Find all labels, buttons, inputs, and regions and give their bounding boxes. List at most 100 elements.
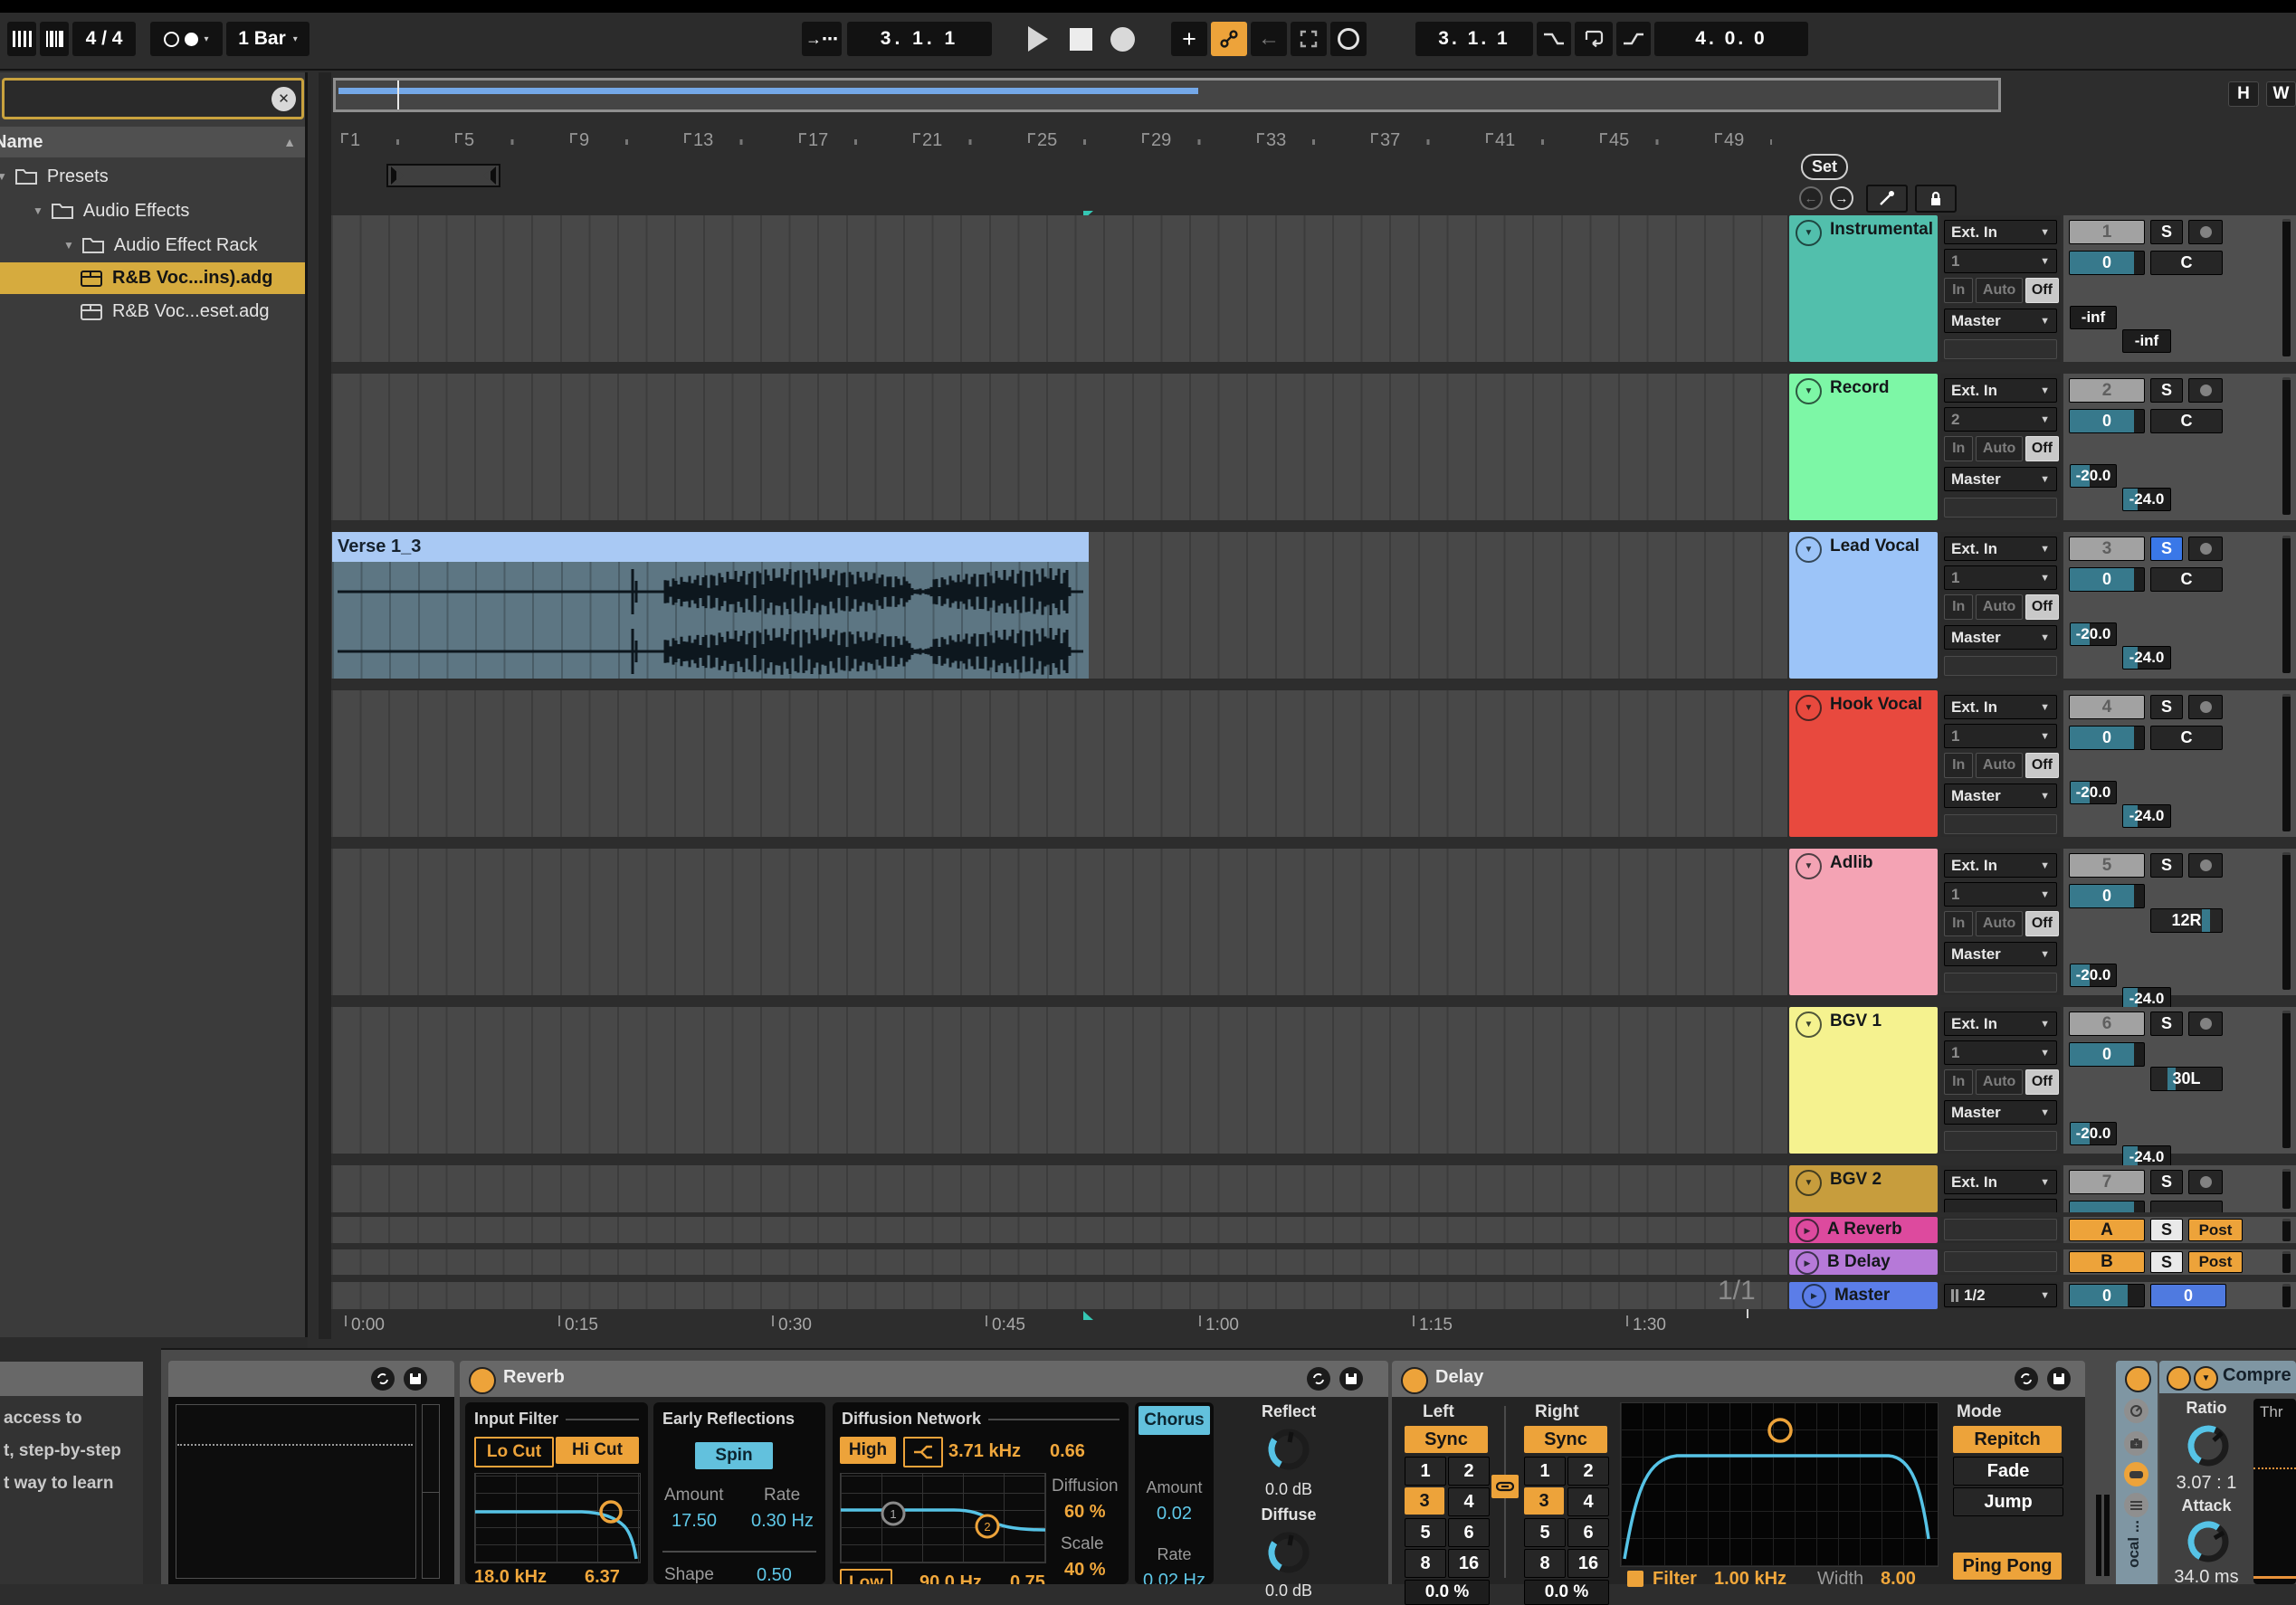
input-channel-chooser[interactable]: 1▼ [1944,1040,2057,1065]
solo-button[interactable]: S [2150,853,2183,878]
fold-track-icon[interactable]: ▼ [1796,220,1822,246]
punch-out-button[interactable] [1616,22,1651,56]
device-title-bar[interactable]: ▼ Compre [2159,1361,2296,1393]
loop-button[interactable] [1575,22,1613,56]
post-button[interactable]: Post [2188,1251,2243,1273]
solo-button[interactable]: S [2150,1219,2183,1241]
clip-title-bar[interactable]: Verse 1_3 [332,532,1089,562]
output-chooser[interactable]: Master▼ [1944,942,2057,966]
groove-amount[interactable]: 1 Bar▾ [226,22,310,56]
input-type-chooser[interactable]: Ext. In▼ [1944,220,2057,244]
input-type-chooser[interactable]: Ext. In▼ [1944,378,2057,403]
delay-left-feedback[interactable]: 0.0 % [1405,1580,1490,1605]
diffusion-value[interactable]: 60 % [1064,1502,1106,1523]
spin-amount[interactable]: 17.50 [672,1511,717,1532]
device-delay[interactable]: Delay Left Right Sync 1 2 3 4 5 6 8 16 0… [1392,1361,2085,1584]
input-type-chooser[interactable]: Ext. In▼ [1944,537,2057,561]
volume-field[interactable] [2069,1201,2145,1212]
loop-start[interactable]: 3. 1. 1 [1415,22,1533,56]
send-b-field[interactable]: -24.0 [2122,488,2171,511]
delay-right-beat-6[interactable]: 6 [1567,1518,1609,1547]
fold-track-icon[interactable]: ▼ [1796,378,1822,404]
fold-track-icon[interactable]: ▼ [1796,1011,1822,1038]
track-activator[interactable]: 4 [2069,695,2145,719]
delay-left-beat-5[interactable]: 5 [1405,1518,1446,1547]
input-type-chooser[interactable]: Ext. In▼ [1944,695,2057,719]
unfold-master-icon[interactable]: ▶ [1802,1284,1826,1308]
delay-right-beat-8[interactable]: 8 [1524,1549,1566,1578]
output-chooser[interactable]: Master▼ [1944,1100,2057,1125]
chorus-amount[interactable]: 0.02 [1135,1504,1214,1524]
filter-display[interactable] [474,1473,641,1563]
back-to-arrangement-button[interactable]: ← [1251,22,1287,56]
diffuse-value[interactable]: 0.0 dB [1225,1581,1352,1600]
track-activator[interactable]: 1 [2069,220,2145,244]
arrangement-overview[interactable] [333,78,2001,112]
delay-right-beat-3-selected[interactable]: 3 [1524,1487,1564,1515]
loop-length[interactable]: 4. 0. 0 [1654,22,1808,56]
post-button[interactable]: Post [2188,1219,2243,1241]
track-header-hook-vocal[interactable]: ▼Hook Vocal [1789,690,1938,837]
arrangement-position[interactable]: 3. 1. 1 [847,22,992,56]
clip-body[interactable] [332,562,1089,679]
device-partial-left[interactable] [168,1361,454,1584]
arm-button[interactable] [2188,695,2223,719]
follow-button[interactable]: →⋯ [802,22,842,56]
spin-rate[interactable]: 0.30 Hz [751,1511,814,1532]
pan-field[interactable]: C [2150,567,2223,592]
clear-search-button[interactable]: ✕ [272,87,296,111]
send-a-field[interactable]: -20.0 [2070,1122,2117,1145]
monitor-auto-button[interactable]: Auto [1976,1069,2022,1095]
filter-freq[interactable]: 1.00 kHz [1714,1569,1786,1590]
monitor-auto-button[interactable]: Auto [1976,753,2022,778]
input-channel-chooser[interactable]: 1▼ [1944,249,2057,273]
shelf-freq[interactable]: 3.71 kHz [948,1441,1021,1462]
key-map-icon[interactable] [7,22,36,56]
pan-field[interactable]: C [2150,726,2223,750]
output-sub-chooser[interactable] [1944,1131,2057,1151]
monitor-auto-button[interactable]: Auto [1976,436,2022,461]
delay-right-beat-16[interactable]: 16 [1567,1549,1609,1578]
track-activator[interactable]: 2 [2069,378,2145,403]
ratio-knob[interactable] [2183,1420,2234,1471]
rack-macro-icon[interactable] [2124,1399,2148,1423]
rack-show-macros-icon[interactable] [2124,1462,2148,1486]
draw-tool-button[interactable] [1866,185,1908,213]
chorus-toggle[interactable]: Chorus [1138,1406,1210,1435]
hicut-q[interactable]: 6.37 [585,1567,620,1584]
cue-out-chooser[interactable]: 1/2▼ [1944,1284,2057,1307]
monitor-in-button[interactable]: In [1944,436,1973,461]
ratio-value[interactable]: 3.07 : 1 [2159,1473,2253,1494]
browser-item-audio-effects[interactable]: ▼ Audio Effects [0,194,305,228]
arrangement-scroll-strip[interactable] [319,72,331,1339]
attack-knob[interactable] [2183,1516,2234,1567]
track-activator[interactable]: 6 [2069,1011,2145,1036]
delay-right-feedback[interactable]: 0.0 % [1524,1580,1609,1605]
track-activator[interactable]: 5 [2069,853,2145,878]
output-sub-chooser[interactable] [1944,814,2057,834]
low-q[interactable]: 0.75 [1010,1572,1045,1584]
track-header-bgv2[interactable]: ▼BGV 2 [1789,1165,1938,1212]
reflect-knob[interactable] [1263,1424,1314,1475]
input-channel-chooser[interactable]: 1▼ [1944,724,2057,748]
automation-arm-button[interactable] [1330,22,1367,56]
delay-left-beat-2[interactable]: 2 [1448,1457,1490,1486]
send-a-field[interactable]: -20.0 [2070,964,2117,987]
track-header-a-reverb[interactable]: ▶A Reverb [1789,1217,1938,1243]
device-activator-led[interactable] [1401,1367,1428,1394]
low-freq[interactable]: 90.0 Hz [919,1572,982,1584]
monitor-in-button[interactable]: In [1944,594,1973,620]
output-chooser[interactable]: Master▼ [1944,467,2057,491]
mode-jump-button[interactable]: Jump [1953,1487,2063,1516]
save-preset-icon[interactable] [2047,1367,2071,1391]
volume-field[interactable]: 0 [2069,884,2145,908]
device-activator-led[interactable] [2167,1366,2191,1391]
delay-left-beat-8[interactable]: 8 [1405,1549,1446,1578]
loop-brace[interactable] [386,164,500,187]
chorus-rate[interactable]: 0.02 Hz [1135,1571,1214,1584]
sort-arrow-icon[interactable]: ▲ [283,135,296,149]
stop-button[interactable] [1061,22,1100,56]
hot-swap-icon[interactable] [2015,1367,2038,1391]
pan-field[interactable]: C [2150,251,2223,275]
cue-volume-field[interactable]: 0 [2150,1284,2226,1307]
